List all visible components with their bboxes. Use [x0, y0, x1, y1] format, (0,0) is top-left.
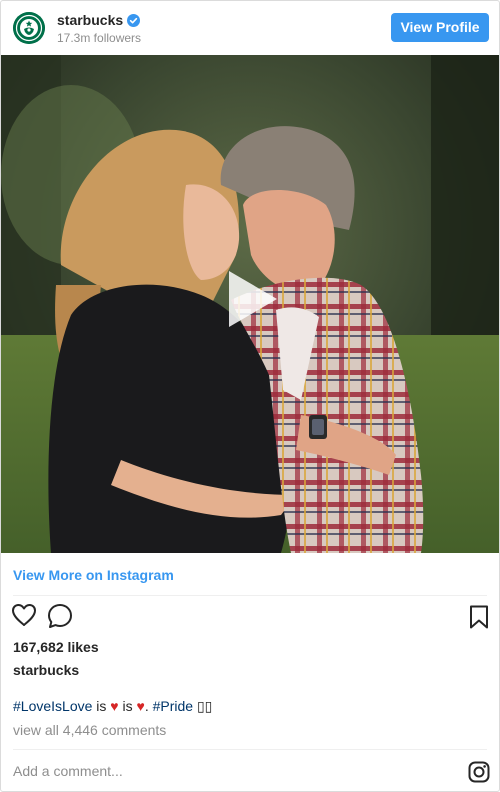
instagram-icon[interactable] [468, 761, 490, 788]
instagram-embed-card: starbucks 17.3m followers View Profile V… [0, 0, 500, 792]
verified-badge-icon [127, 14, 141, 27]
post-video[interactable] [1, 55, 499, 553]
hashtag-loveislove[interactable]: #LoveIsLove [13, 698, 92, 714]
view-all-comments-link[interactable]: view all 4,446 comments [13, 722, 166, 738]
username[interactable]: starbucks [57, 12, 141, 28]
heart-outline-icon[interactable] [11, 603, 37, 632]
red-heart-emoji: ♥ [136, 698, 145, 714]
caption-author[interactable]: starbucks [13, 662, 79, 678]
comment-bubble-icon[interactable] [47, 603, 73, 634]
follower-count: 17.3m followers [57, 31, 142, 45]
caption-text: is [118, 698, 137, 714]
like-count[interactable]: 167,682 likes [13, 639, 99, 655]
divider [13, 595, 487, 596]
divider [13, 749, 487, 750]
hashtag-pride[interactable]: #Pride [153, 698, 193, 714]
red-heart-emoji: ♥ [110, 698, 119, 714]
bookmark-icon[interactable] [469, 605, 489, 634]
add-comment-input[interactable] [13, 763, 413, 779]
view-more-link[interactable]: View More on Instagram [13, 567, 174, 583]
starbucks-logo-icon[interactable] [13, 12, 45, 44]
play-icon[interactable] [219, 267, 283, 331]
caption-text: . [144, 698, 153, 714]
caption-emoji-placeholder: ▯▯ [193, 698, 213, 714]
post-caption: #LoveIsLove is ♥ is ♥. #Pride ▯▯ [13, 698, 212, 715]
username-text[interactable]: starbucks [57, 12, 123, 28]
view-profile-button[interactable]: View Profile [391, 13, 489, 42]
caption-text: is [92, 698, 111, 714]
post-header: starbucks 17.3m followers View Profile [1, 1, 499, 55]
